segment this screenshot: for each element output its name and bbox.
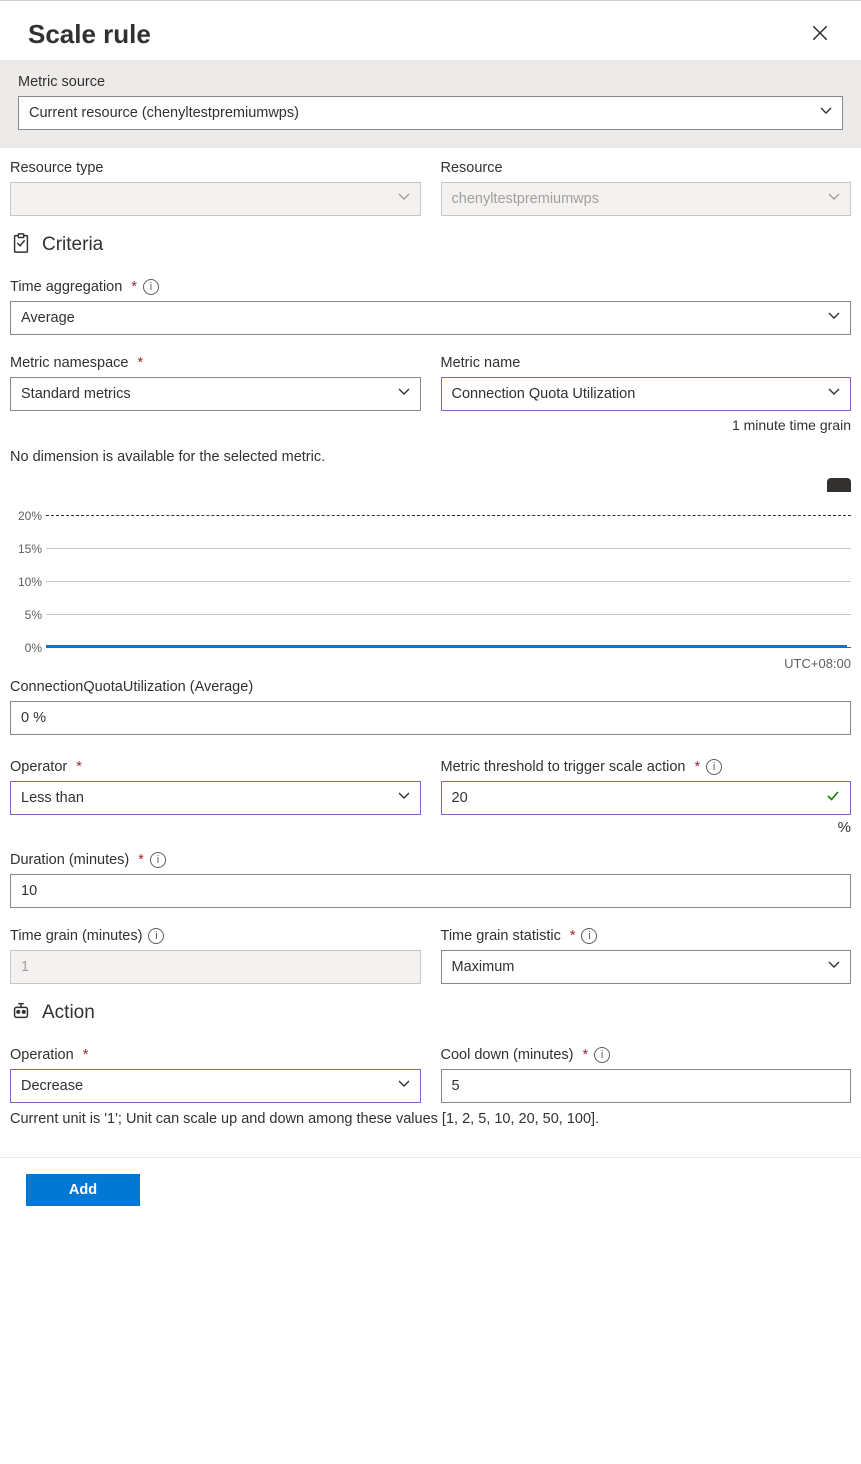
time-grain-value: 1 — [21, 959, 29, 975]
action-heading: Action — [42, 1002, 95, 1024]
y-tick: 10% — [4, 575, 42, 589]
resource-type-select — [10, 182, 421, 216]
resource-label: Resource — [441, 160, 852, 176]
resource-value: chenyltestpremiumwps — [452, 191, 599, 207]
robot-icon — [10, 1000, 32, 1025]
time-aggregation-select[interactable]: Average — [10, 301, 851, 335]
clipboard-icon — [10, 232, 32, 257]
y-tick: 15% — [4, 542, 42, 556]
time-aggregation-value: Average — [21, 310, 75, 326]
duration-field[interactable] — [21, 875, 840, 907]
time-grain-statistic-select[interactable]: Maximum — [441, 950, 852, 984]
metric-source-value: Current resource (chenyltestpremiumwps) — [29, 105, 299, 121]
info-icon[interactable]: i — [594, 1047, 610, 1063]
required-asterisk: * — [138, 852, 144, 868]
chevron-down-icon — [828, 386, 840, 402]
close-icon[interactable] — [807, 20, 833, 50]
chart-series-line — [46, 645, 847, 647]
resource-type-label: Resource type — [10, 160, 421, 176]
required-asterisk: * — [131, 279, 137, 295]
chevron-down-icon — [398, 191, 410, 207]
chevron-down-icon — [398, 386, 410, 402]
cooldown-input[interactable] — [441, 1069, 852, 1103]
threshold-label: Metric threshold to trigger scale action — [441, 759, 686, 775]
metric-name-label: Metric name — [441, 355, 852, 371]
threshold-input[interactable] — [441, 781, 852, 815]
required-asterisk: * — [76, 759, 82, 775]
metric-name-value: Connection Quota Utilization — [452, 386, 636, 402]
chart-end-marker — [827, 478, 851, 492]
duration-input[interactable] — [10, 874, 851, 908]
scale-unit-note: Current unit is '1'; Unit can scale up a… — [10, 1111, 851, 1127]
required-asterisk: * — [570, 928, 576, 944]
y-tick: 5% — [4, 608, 42, 622]
chevron-down-icon — [828, 959, 840, 975]
time-grain-note: 1 minute time grain — [441, 417, 852, 433]
operator-select[interactable]: Less than — [10, 781, 421, 815]
operation-label: Operation — [10, 1047, 74, 1063]
time-grain-statistic-value: Maximum — [452, 959, 515, 975]
metric-source-select[interactable]: Current resource (chenyltestpremiumwps) — [18, 96, 843, 130]
checkmark-icon — [826, 789, 840, 807]
resource-select: chenyltestpremiumwps — [441, 182, 852, 216]
dimension-message: No dimension is available for the select… — [10, 449, 851, 465]
duration-label: Duration (minutes) — [10, 852, 129, 868]
threshold-unit: % — [441, 819, 852, 836]
required-asterisk: * — [582, 1047, 588, 1063]
info-icon[interactable]: i — [150, 852, 166, 868]
operator-value: Less than — [21, 790, 84, 806]
operator-label: Operator — [10, 759, 67, 775]
metric-summary-value: 0 % — [21, 710, 46, 726]
required-asterisk: * — [83, 1047, 89, 1063]
chevron-down-icon — [398, 1078, 410, 1094]
y-tick: 20% — [4, 509, 42, 523]
add-button[interactable]: Add — [26, 1174, 140, 1206]
info-icon[interactable]: i — [706, 759, 722, 775]
metric-name-select[interactable]: Connection Quota Utilization — [441, 377, 852, 411]
panel-title: Scale rule — [28, 19, 151, 50]
criteria-heading: Criteria — [42, 234, 103, 256]
metric-chart: 20% 15% 10% 5% 0% — [10, 483, 851, 654]
time-aggregation-label: Time aggregation — [10, 279, 122, 295]
time-grain-label: Time grain (minutes) — [10, 928, 142, 944]
chevron-down-icon — [828, 191, 840, 207]
cooldown-label: Cool down (minutes) — [441, 1047, 574, 1063]
metric-source-label: Metric source — [18, 74, 843, 90]
time-grain-statistic-label: Time grain statistic — [441, 928, 561, 944]
required-asterisk: * — [137, 355, 143, 371]
info-icon[interactable]: i — [148, 928, 164, 944]
info-icon[interactable]: i — [143, 279, 159, 295]
chevron-down-icon — [820, 105, 832, 121]
metric-namespace-label: Metric namespace — [10, 355, 128, 371]
operation-select[interactable]: Decrease — [10, 1069, 421, 1103]
info-icon[interactable]: i — [581, 928, 597, 944]
operation-value: Decrease — [21, 1078, 83, 1094]
chevron-down-icon — [398, 790, 410, 806]
metric-namespace-select[interactable]: Standard metrics — [10, 377, 421, 411]
chart-timezone: UTC+08:00 — [10, 656, 851, 671]
metric-namespace-value: Standard metrics — [21, 386, 131, 402]
chevron-down-icon — [828, 310, 840, 326]
threshold-field[interactable] — [452, 782, 841, 814]
time-grain-input: 1 — [10, 950, 421, 984]
metric-summary-value-box: 0 % — [10, 701, 851, 735]
y-tick: 0% — [4, 641, 42, 655]
required-asterisk: * — [695, 759, 701, 775]
cooldown-field[interactable] — [452, 1070, 841, 1102]
metric-summary-label: ConnectionQuotaUtilization (Average) — [10, 679, 851, 695]
